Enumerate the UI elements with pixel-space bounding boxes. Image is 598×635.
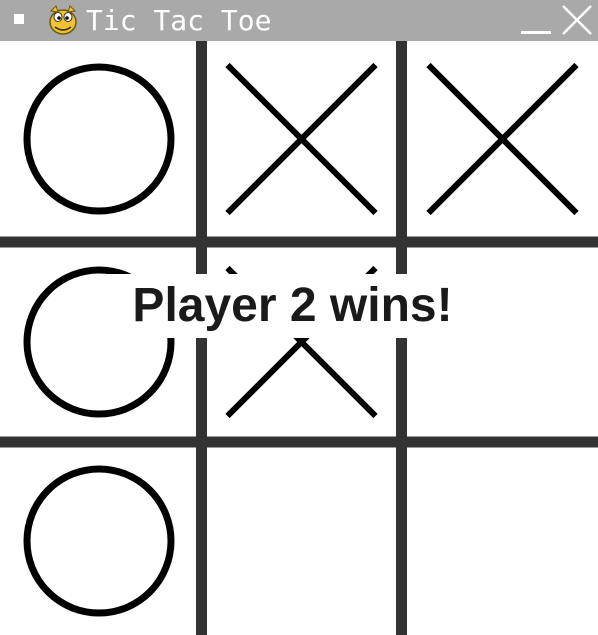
window-menu-icon[interactable] [14, 14, 24, 24]
window-title: Tic Tac Toe [86, 4, 272, 37]
tic-tac-toe-window: Tic Tac Toe Player 2 wins! [0, 0, 598, 635]
cell-r1-c3[interactable] [407, 41, 598, 237]
cell-r3-c1[interactable] [0, 447, 196, 635]
cell-r1-c1[interactable] [0, 41, 196, 237]
game-board: Player 2 wins! [0, 41, 598, 635]
win-message: Player 2 wins! [132, 279, 453, 332]
cell-r3-c2[interactable] [207, 447, 396, 635]
python-snake-icon [49, 5, 77, 35]
close-icon[interactable] [560, 3, 594, 37]
cell-r1-c2[interactable] [207, 41, 396, 237]
cell-r3-c3[interactable] [407, 447, 598, 635]
title-bar[interactable]: Tic Tac Toe [0, 0, 598, 41]
minimize-icon[interactable] [519, 6, 553, 36]
